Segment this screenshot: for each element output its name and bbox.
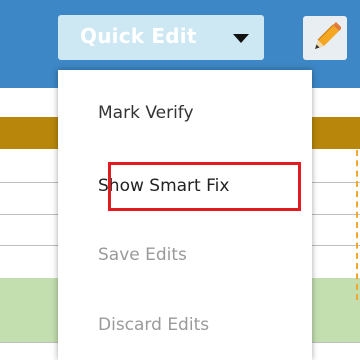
grid-row-divider <box>0 245 58 246</box>
menu-item-save-edits[interactable]: Save Edits <box>98 245 187 265</box>
grid-row-divider <box>0 182 58 183</box>
grid-row-divider <box>312 182 360 183</box>
grid-header-band <box>312 117 360 149</box>
grid-row-divider <box>0 342 58 343</box>
highlight-box <box>108 162 301 211</box>
quick-edit-menu: Mark Verify Show Smart Fix Save Edits Di… <box>58 70 312 360</box>
quick-edit-label: Quick Edit <box>80 24 197 48</box>
grid-row-highlight <box>0 278 58 342</box>
grid-row-highlight <box>306 278 360 342</box>
grid-row-divider <box>0 214 58 215</box>
grid-row-divider <box>312 214 360 215</box>
grid-row-divider <box>312 245 360 246</box>
grid-header-band <box>0 117 58 149</box>
grid-row-divider <box>312 342 360 343</box>
pencil-icon <box>315 22 341 49</box>
grid-column-marker <box>356 150 358 300</box>
menu-item-discard-edits[interactable]: Discard Edits <box>98 315 209 335</box>
edit-button[interactable] <box>303 16 347 60</box>
caret-down-icon <box>233 34 249 43</box>
quick-edit-dropdown-button[interactable]: Quick Edit <box>58 15 264 60</box>
menu-item-mark-verify[interactable]: Mark Verify <box>98 103 194 123</box>
